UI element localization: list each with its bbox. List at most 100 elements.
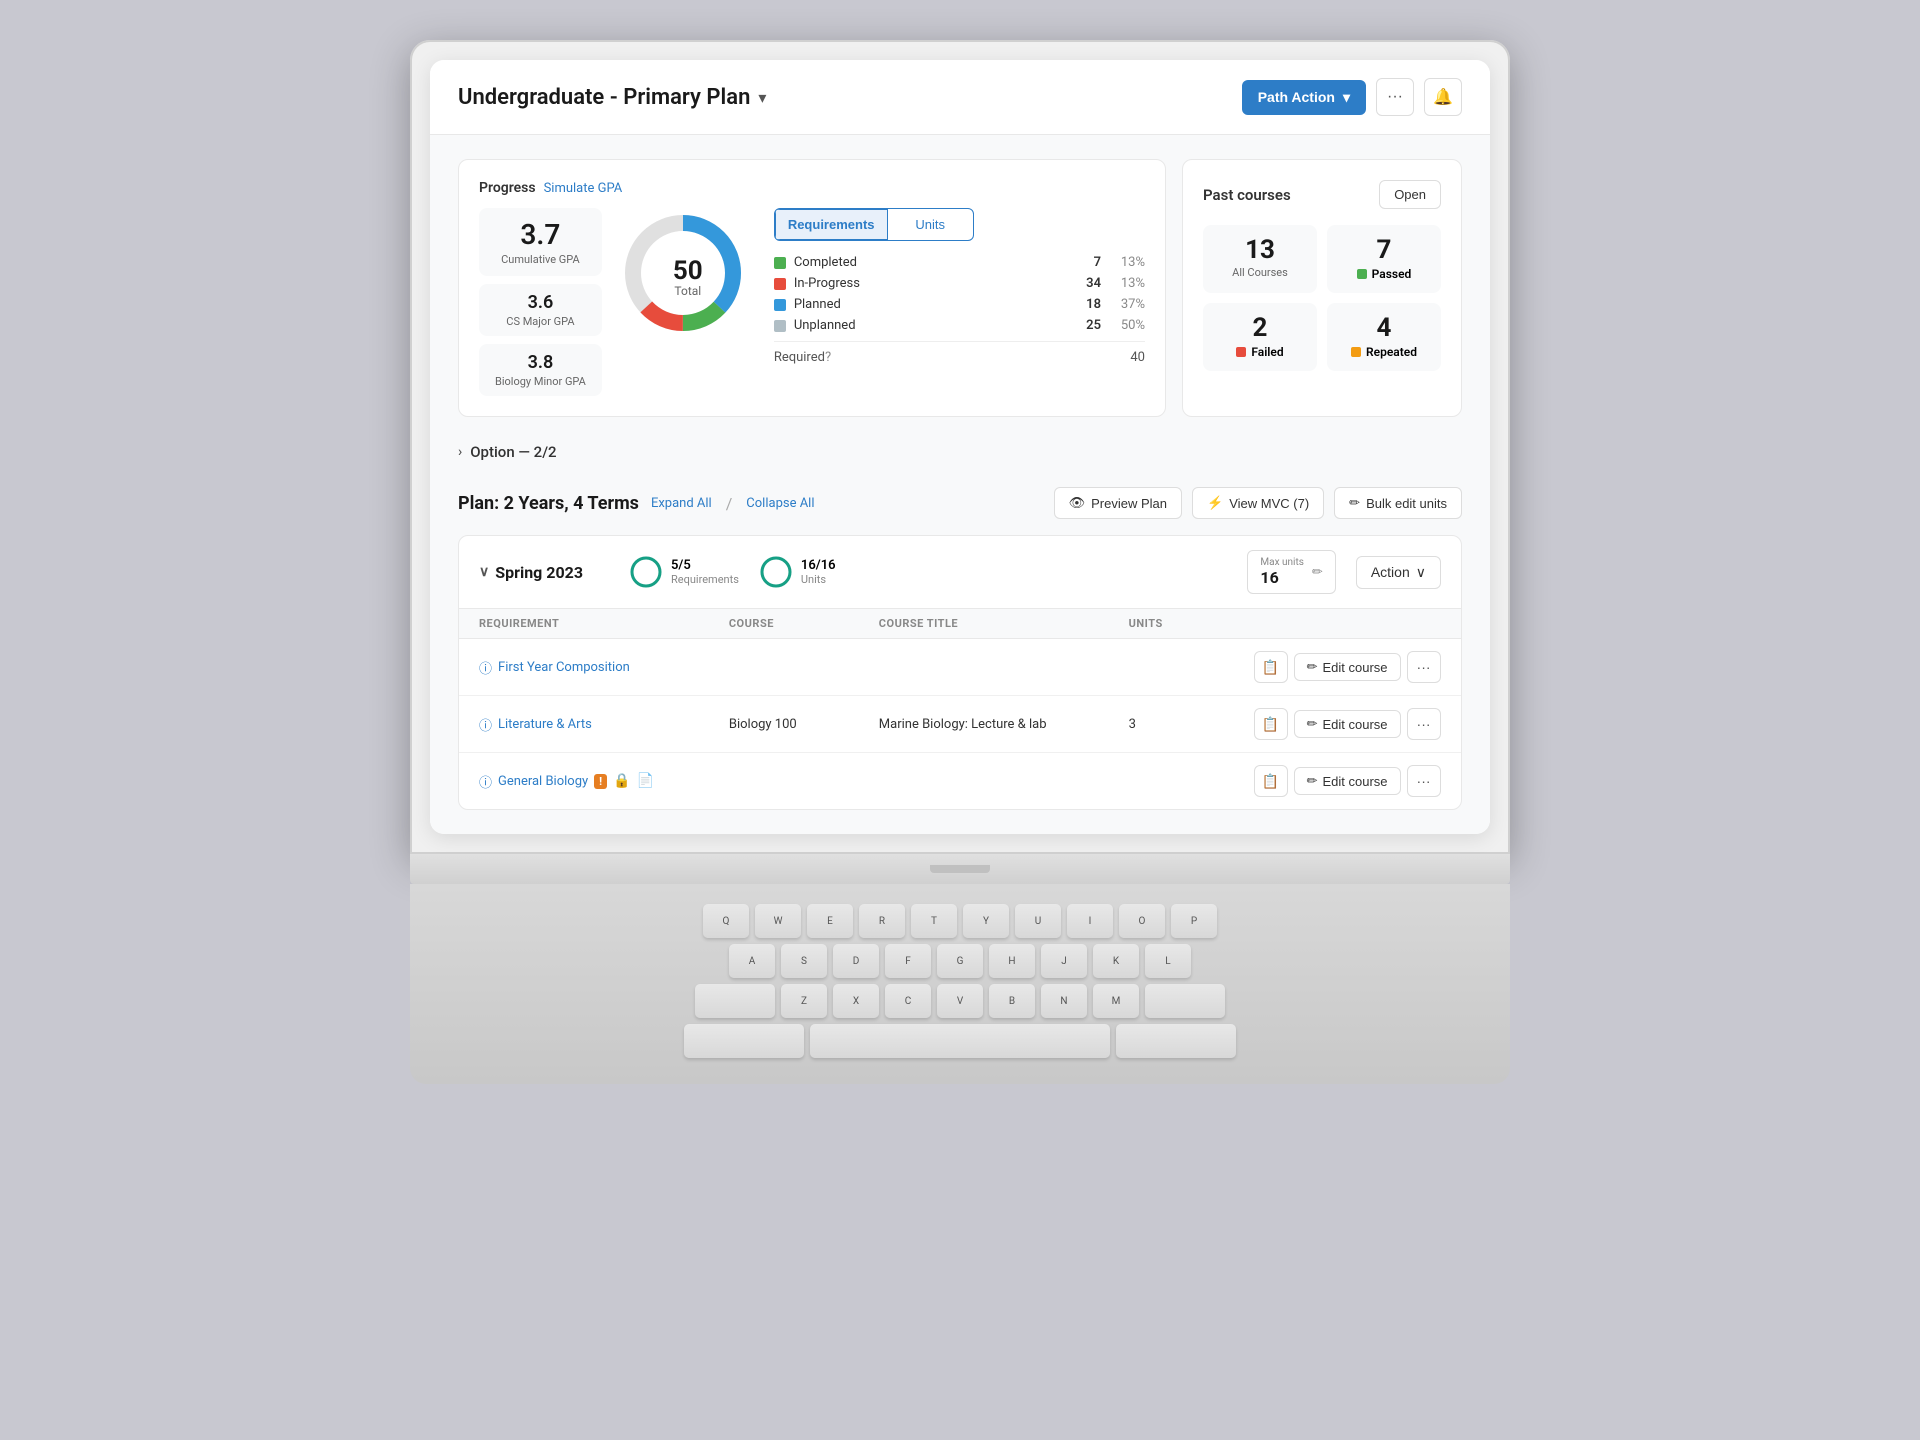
key-space[interactable] xyxy=(810,1024,1110,1058)
collapse-all-link[interactable]: Collapse All xyxy=(746,496,814,511)
key-h[interactable]: H xyxy=(989,944,1035,978)
req-literature-arts[interactable]: ⓘ Literature & Arts xyxy=(479,715,729,734)
key-r[interactable]: R xyxy=(859,904,905,938)
key-a[interactable]: A xyxy=(729,944,775,978)
copy-icon-btn-3[interactable]: 📋 xyxy=(1254,765,1288,797)
more-icon-btn-2[interactable]: ··· xyxy=(1407,708,1441,740)
row-actions-3: 📋 ✏ Edit course ··· xyxy=(1254,765,1441,797)
copy-icon-btn-1[interactable]: 📋 xyxy=(1254,651,1288,683)
view-mvc-button[interactable]: ⚡ View MVC (7) xyxy=(1192,487,1324,519)
doc-icon-3: 📄 xyxy=(637,773,654,789)
key-b[interactable]: B xyxy=(989,984,1035,1018)
key-k[interactable]: K xyxy=(1093,944,1139,978)
passed-label: Passed xyxy=(1372,267,1412,281)
plan-dropdown-icon[interactable]: ▾ xyxy=(758,88,766,107)
key-z[interactable]: Z xyxy=(781,984,827,1018)
simulate-gpa-link[interactable]: Simulate GPA xyxy=(544,181,623,196)
copy-icon-btn-2[interactable]: 📋 xyxy=(1254,708,1288,740)
option-chevron: › xyxy=(458,444,462,460)
failed-card: 2 Failed xyxy=(1203,303,1317,371)
more-icon: ··· xyxy=(1387,88,1403,106)
stat-grid: 13 All Courses 7 Passed xyxy=(1203,225,1441,371)
completed-count: 7 xyxy=(1077,255,1101,270)
key-w[interactable]: W xyxy=(755,904,801,938)
unplanned-pct: 50% xyxy=(1109,318,1145,333)
units-tab[interactable]: Units xyxy=(888,209,973,240)
key-v[interactable]: V xyxy=(937,984,983,1018)
edit-course-btn-3[interactable]: ✏ Edit course xyxy=(1294,767,1401,795)
key-f[interactable]: F xyxy=(885,944,931,978)
edit-course-btn-2[interactable]: ✏ Edit course xyxy=(1294,710,1401,738)
view-mvc-label: View MVC (7) xyxy=(1229,496,1309,511)
key-d[interactable]: D xyxy=(833,944,879,978)
donut-chart: 50 Total xyxy=(618,208,758,348)
key-q[interactable]: Q xyxy=(703,904,749,938)
failed-badge: Failed xyxy=(1215,345,1305,359)
col-title: COURSE TITLE xyxy=(879,617,1129,630)
bell-button[interactable]: 🔔 xyxy=(1424,78,1462,116)
key-g[interactable]: G xyxy=(937,944,983,978)
help-icon[interactable]: ? xyxy=(825,350,831,365)
key-x[interactable]: X xyxy=(833,984,879,1018)
key-t[interactable]: T xyxy=(911,904,957,938)
more-icon-btn-1[interactable]: ··· xyxy=(1407,651,1441,683)
open-button[interactable]: Open xyxy=(1379,180,1441,209)
more-icon-btn-3[interactable]: ··· xyxy=(1407,765,1441,797)
key-s[interactable]: S xyxy=(781,944,827,978)
all-courses-label: All Courses xyxy=(1215,266,1305,279)
key-e[interactable]: E xyxy=(807,904,853,938)
max-units-edit-icon[interactable]: ✏ xyxy=(1312,565,1323,580)
all-courses-count: 13 xyxy=(1215,237,1305,263)
action-label: Action xyxy=(1371,564,1410,580)
key-return-area[interactable] xyxy=(1116,1024,1236,1058)
req-progress-ring: 5/5 Requirements xyxy=(629,555,739,589)
more-dots-icon-2: ··· xyxy=(1417,716,1431,732)
req-first-year-composition[interactable]: ⓘ First Year Composition xyxy=(479,658,729,677)
bulk-edit-button[interactable]: ✏ Bulk edit units xyxy=(1334,487,1462,519)
expand-all-link[interactable]: Expand All xyxy=(651,496,712,511)
action-dropdown-button[interactable]: Action ∨ xyxy=(1356,556,1441,589)
completed-pct: 13% xyxy=(1109,255,1145,270)
key-i[interactable]: I xyxy=(1067,904,1113,938)
header-left: Undergraduate - Primary Plan ▾ xyxy=(458,85,766,110)
edit-course-btn-1[interactable]: ✏ Edit course xyxy=(1294,653,1401,681)
passed-badge: Passed xyxy=(1339,267,1429,281)
key-n[interactable]: N xyxy=(1041,984,1087,1018)
key-j[interactable]: J xyxy=(1041,944,1087,978)
required-label: Required xyxy=(774,350,825,365)
more-dots-icon-1: ··· xyxy=(1417,659,1431,675)
unplanned-label: Unplanned xyxy=(794,318,1069,333)
copy-icon-2: 📋 xyxy=(1262,716,1279,733)
progress-label-text: Progress xyxy=(479,180,536,196)
key-shift-left[interactable] xyxy=(695,984,775,1018)
gpa-cards: 3.7 Cumulative GPA 3.6 CS Major GPA 3.8 … xyxy=(479,208,602,396)
key-m[interactable]: M xyxy=(1093,984,1139,1018)
requirements-tab[interactable]: Requirements xyxy=(775,209,888,240)
req-general-biology[interactable]: ⓘ General Biology ! 🔒 📄 xyxy=(479,772,729,791)
req-fraction: 5/5 xyxy=(671,558,739,573)
plan-title-row: Plan: 2 Years, 4 Terms Expand All / Coll… xyxy=(458,493,815,514)
key-fn-area[interactable] xyxy=(684,1024,804,1058)
keyboard-area: Q W E R T Y U I O P A S D F G H J K L Z … xyxy=(410,884,1510,1084)
key-l[interactable]: L xyxy=(1145,944,1191,978)
donut-total-label: Total xyxy=(673,284,703,298)
preview-plan-button[interactable]: 👁 Preview Plan xyxy=(1054,487,1182,519)
col-course: COURSE xyxy=(729,617,879,630)
key-c[interactable]: C xyxy=(885,984,931,1018)
edit-course-label-3: Edit course xyxy=(1323,774,1388,789)
toggle-tabs: Requirements Units xyxy=(774,208,974,241)
key-p[interactable]: P xyxy=(1171,904,1217,938)
term-chevron[interactable]: ∨ xyxy=(479,564,489,580)
more-button[interactable]: ··· xyxy=(1376,78,1414,116)
passed-dot xyxy=(1357,269,1367,279)
key-shift-right[interactable] xyxy=(1145,984,1225,1018)
path-action-button[interactable]: Path Action ▾ xyxy=(1242,80,1366,115)
key-o[interactable]: O xyxy=(1119,904,1165,938)
term-name-label: Spring 2023 xyxy=(495,563,583,582)
option-row[interactable]: › Option — 2/2 xyxy=(458,437,1462,467)
term-header: ∨ Spring 2023 5/5 Requirements xyxy=(459,536,1461,609)
key-u[interactable]: U xyxy=(1015,904,1061,938)
key-y[interactable]: Y xyxy=(963,904,1009,938)
copy-icon-1: 📋 xyxy=(1262,659,1279,676)
past-courses-section: Past courses Open 13 All Courses 7 xyxy=(1182,159,1462,417)
